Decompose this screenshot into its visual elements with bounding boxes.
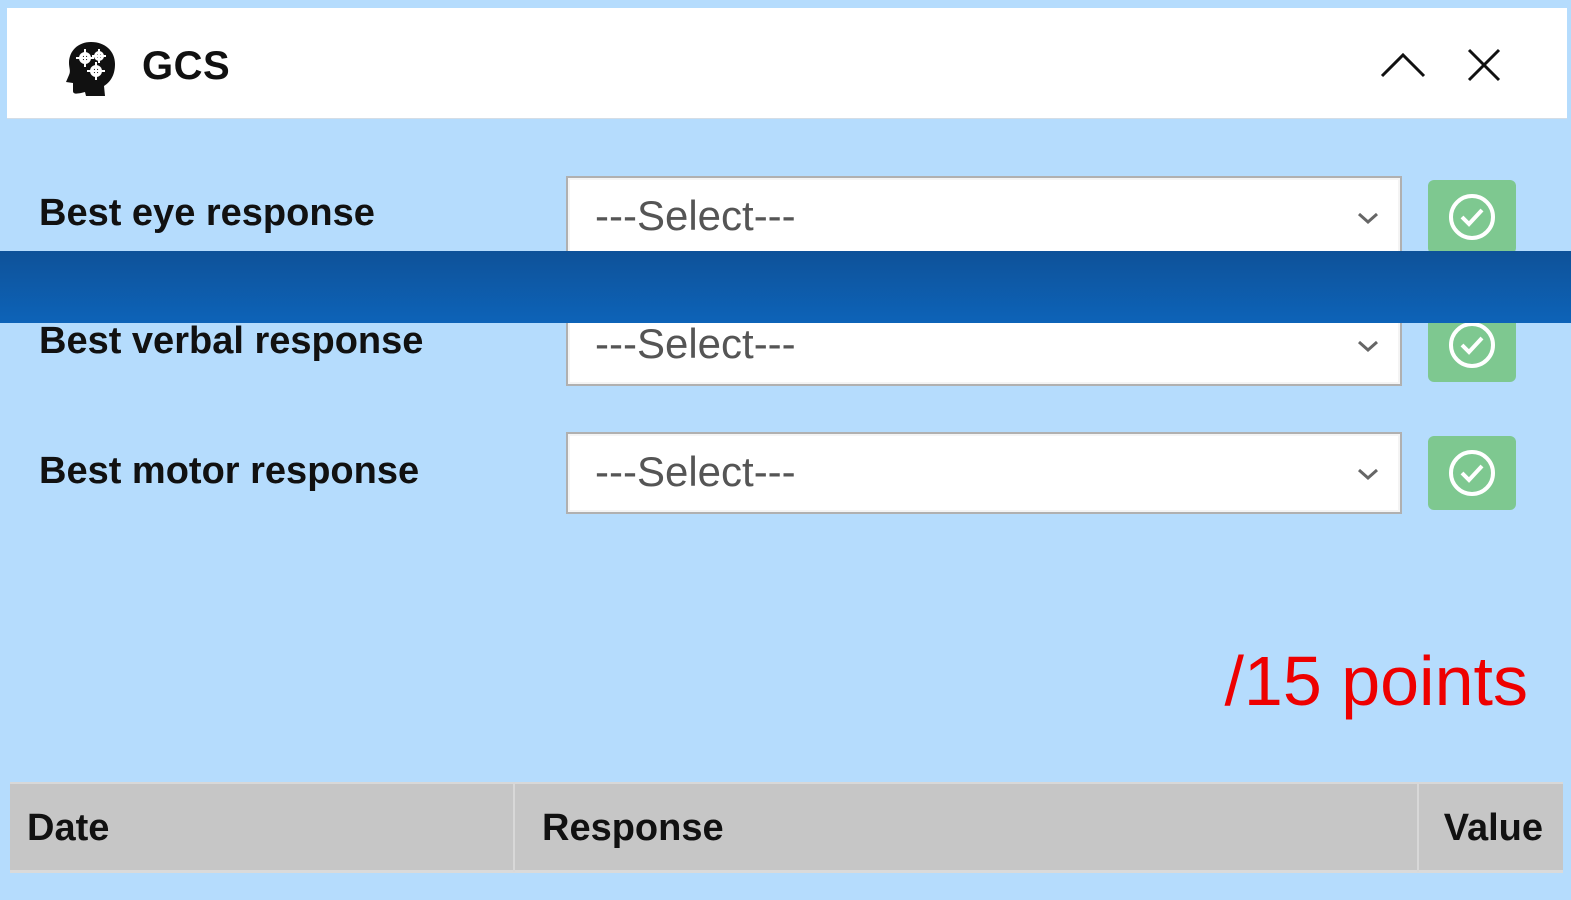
column-header-value[interactable]: Value [1444, 784, 1543, 872]
motor-response-select[interactable]: ---Select--- [566, 432, 1402, 514]
eye-response-row: Best eye response ---Select--- [0, 176, 1571, 258]
verbal-response-label: Best verbal response [39, 320, 424, 362]
motor-response-label: Best motor response [39, 450, 420, 492]
motor-response-confirm-button[interactable] [1428, 436, 1516, 510]
chevron-down-icon [1358, 468, 1378, 481]
column-divider [1417, 784, 1419, 872]
close-button[interactable] [1462, 46, 1508, 86]
chevron-up-icon [1380, 52, 1426, 78]
collapse-button[interactable] [1380, 46, 1426, 86]
motor-response-row: Best motor response ---Select--- [0, 432, 1571, 514]
total-points: /15 points [1224, 642, 1528, 720]
head-gears-icon [65, 40, 117, 96]
panel-header: GCS [7, 8, 1567, 119]
eye-response-label: Best eye response [39, 192, 375, 234]
history-table-header: Date Response Value [10, 782, 1563, 873]
chevron-down-icon [1358, 340, 1378, 353]
close-icon [1467, 48, 1501, 82]
eye-response-select-value: ---Select--- [595, 192, 796, 239]
check-circle-icon [1449, 450, 1495, 496]
chevron-down-icon [1358, 212, 1378, 225]
eye-response-confirm-button[interactable] [1428, 180, 1516, 254]
window-title: GCS [142, 44, 231, 88]
check-circle-icon [1449, 322, 1495, 368]
overlay-banner [0, 251, 1571, 323]
check-circle-icon [1449, 194, 1495, 240]
column-divider [513, 784, 515, 872]
eye-response-select[interactable]: ---Select--- [566, 176, 1402, 258]
column-header-response[interactable]: Response [542, 784, 724, 872]
column-header-date[interactable]: Date [27, 784, 109, 872]
gcs-panel: GCS Best eye response ---Select--- Best … [0, 0, 1571, 900]
motor-response-select-value: ---Select--- [595, 448, 796, 495]
verbal-response-select-value: ---Select--- [595, 320, 796, 367]
